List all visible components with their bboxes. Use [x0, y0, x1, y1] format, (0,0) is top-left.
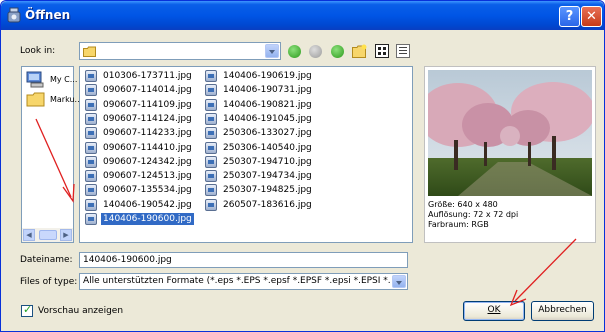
- annotation-arrows: [35, 118, 577, 307]
- open-dialog: Öffnen ? ✕ Look in: My C... Marku... ◀ ▶…: [0, 0, 605, 332]
